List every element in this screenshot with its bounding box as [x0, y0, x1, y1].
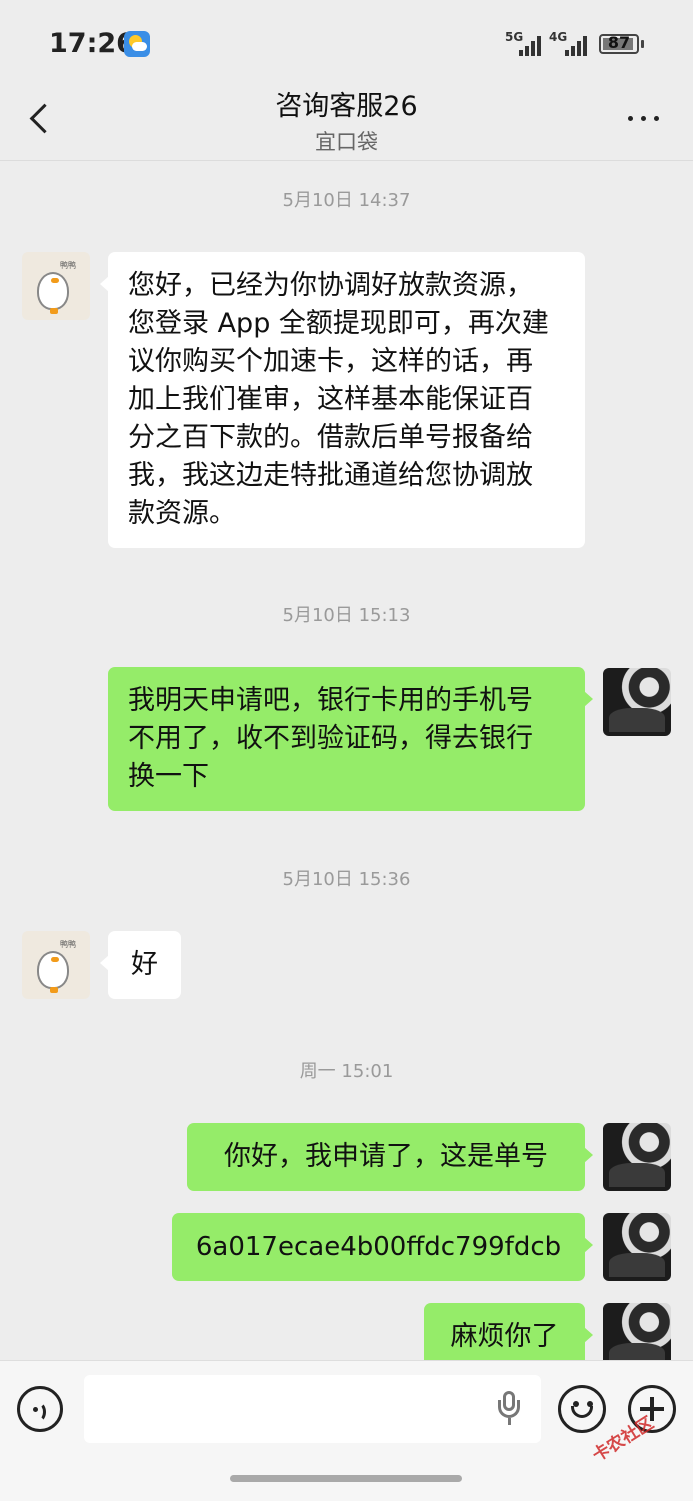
emoji-icon[interactable] [558, 1385, 606, 1433]
mic-icon[interactable] [498, 1391, 522, 1427]
message-line: 换一下 [128, 761, 209, 792]
message-timestamp: 5月10日 15:36 [282, 869, 411, 890]
contact-avatar[interactable]: 鸭鸭 [22, 931, 90, 999]
user-avatar[interactable] [603, 1123, 671, 1191]
chat-header: 咨询客服26 宜口袋 [0, 80, 693, 161]
message-timestamp: 周一 15:01 [299, 1061, 394, 1082]
battery-tip [641, 40, 644, 48]
message-line: 加上我们崔审，这样基本能保证百 [128, 384, 533, 415]
more-dots-icon[interactable] [626, 106, 662, 130]
outgoing-message[interactable]: 6a017ecae4b00ffdc799fdcb [172, 1213, 593, 1281]
message-line: 你好，我申请了，这是单号 [224, 1141, 548, 1172]
incoming-message[interactable]: 您好，已经为你协调好放款资源， 您登录 App 全额提现即可，再次建 议你购买个… [100, 252, 585, 548]
message-line: 款资源。 [128, 498, 236, 529]
incoming-message[interactable]: 好 [100, 931, 181, 999]
message-timestamp: 5月10日 15:13 [282, 605, 411, 626]
message-line: 您好，已经为你协调好放款资源， [128, 270, 533, 301]
message-line: 麻烦你了 [450, 1321, 559, 1352]
user-avatar[interactable] [603, 668, 671, 736]
network-label-4g: 4G [549, 30, 568, 44]
outgoing-message[interactable]: 你好，我申请了，这是单号 [187, 1123, 593, 1191]
message-line: 6a017ecae4b00ffdc799fdcb [195, 1232, 562, 1262]
signal-4g-icon: 4G [549, 30, 589, 58]
message-line: 您登录 App 全额提现即可，再次建 [128, 308, 549, 339]
message-line: 好 [131, 949, 158, 980]
message-line: 我明天申请吧，银行卡用的手机号 [128, 685, 533, 716]
chat-title: 咨询客服26 [275, 91, 418, 122]
message-line: 我，我这边走特批通道给您协调放 [128, 460, 533, 491]
battery-icon: 87 [599, 33, 639, 54]
status-bar: 17:26 5G 4G 87 [0, 0, 693, 80]
message-input[interactable] [84, 1375, 541, 1443]
battery-level: 87 [607, 33, 631, 52]
message-line: 分之百下款的。借款后单号报备给 [128, 422, 533, 453]
user-avatar[interactable] [603, 1213, 671, 1281]
message-line: 不用了，收不到验证码，得去银行 [128, 723, 533, 754]
chat-subtitle: 宜口袋 [315, 130, 378, 154]
status-time: 17:26 [49, 28, 135, 59]
weather-icon [124, 31, 150, 57]
voice-icon[interactable] [17, 1386, 63, 1432]
outgoing-message[interactable]: 我明天申请吧，银行卡用的手机号 不用了，收不到验证码，得去银行 换一下 [108, 667, 593, 811]
message-line: 议你购买个加速卡，这样的话，再 [128, 346, 533, 377]
network-label-5g: 5G [505, 30, 524, 44]
contact-avatar[interactable]: 鸭鸭 [22, 252, 90, 320]
signal-5g-icon: 5G [505, 30, 541, 58]
home-indicator[interactable] [230, 1475, 462, 1482]
message-timestamp: 5月10日 14:37 [282, 190, 411, 211]
input-bar: 卡农社区 [0, 1360, 693, 1501]
